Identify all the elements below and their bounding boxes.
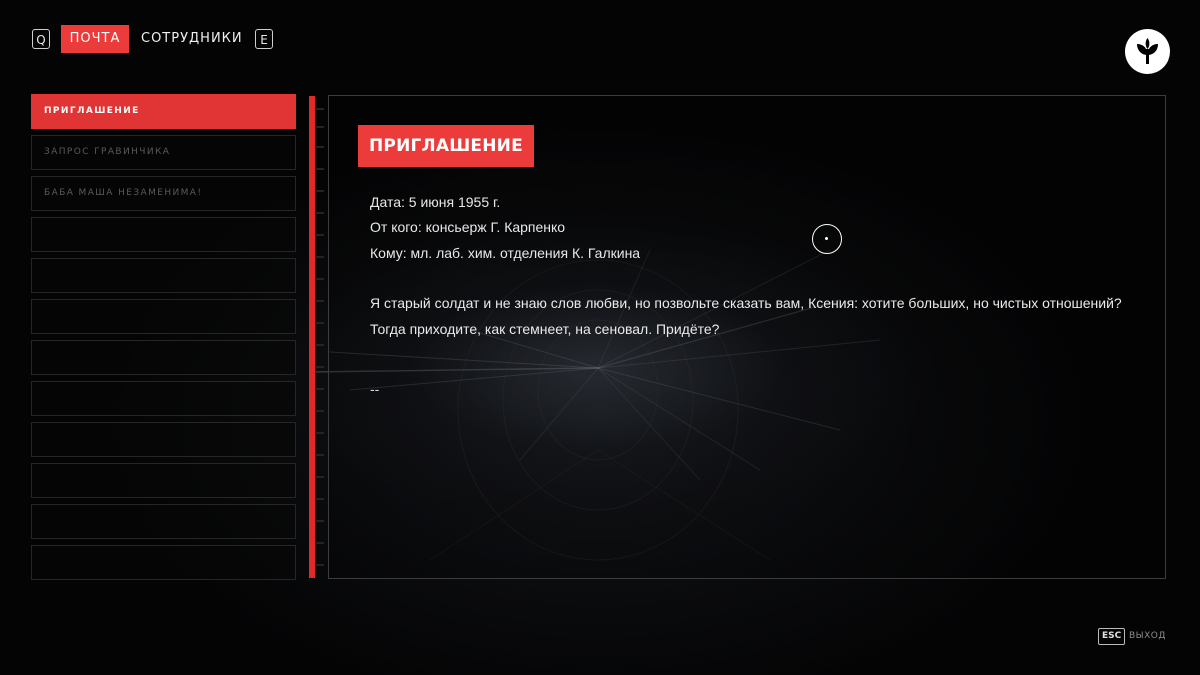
- mail-item-empty: [31, 504, 296, 539]
- cursor-reticle-icon: [812, 224, 842, 254]
- scroll-tick: [316, 410, 324, 412]
- scroll-tick: [316, 126, 324, 128]
- scroll-tick: [316, 322, 324, 324]
- mail-item-empty: [31, 381, 296, 416]
- exit-label[interactable]: ВЫХОД: [1129, 628, 1166, 645]
- mail-item-empty: [31, 340, 296, 375]
- mail-item-empty: [31, 217, 296, 252]
- mail-list-scrollbar[interactable]: [309, 96, 315, 578]
- mail-item-label: БАБА МАША НЕЗАМЕНИМА!: [44, 188, 203, 198]
- scroll-tick: [316, 344, 324, 346]
- mail-item-empty: [31, 545, 296, 580]
- scroll-tick: [316, 542, 324, 544]
- scroll-tick: [316, 432, 324, 434]
- scroll-tick: [316, 366, 324, 368]
- scroll-tick: [316, 498, 324, 500]
- scroll-tick: [316, 256, 324, 258]
- mail-item-label: ПРИГЛАШЕНИЕ: [44, 106, 140, 116]
- mail-item-label: ЗАПРОС ГРАВИНЧИКА: [44, 147, 171, 157]
- mail-item-invitation[interactable]: ПРИГЛАШЕНИЕ: [31, 94, 296, 129]
- scroll-tick: [316, 190, 324, 192]
- message-to: Кому: мл. лаб. хим. отделения К. Галкина: [370, 245, 641, 261]
- sprout-emblem-icon: [1125, 29, 1170, 74]
- message-from: От кого: консьерж Г. Карпенко: [370, 219, 566, 235]
- mail-item-empty: [31, 463, 296, 498]
- scroll-tick: [316, 476, 324, 478]
- scroll-tick: [316, 234, 324, 236]
- scroll-tick: [316, 300, 324, 302]
- scroll-tick: [316, 388, 324, 390]
- message-date: Дата: 5 июня 1955 г.: [370, 194, 501, 210]
- esc-key[interactable]: ESC: [1098, 628, 1126, 645]
- message-body: Я старый солдат и не знаю слов любви, но…: [370, 295, 1122, 337]
- game-mail-screen: Q ПОЧТА СОТРУДНИКИ E ПРИГЛАШЕНИЕ ЗАПРОС …: [0, 0, 1200, 675]
- cursor-dot: [825, 237, 828, 240]
- next-tab-key-e[interactable]: E: [255, 29, 273, 49]
- mail-item-baba-masha[interactable]: БАБА МАША НЕЗАМЕНИМА!: [31, 176, 296, 211]
- scroll-tick: [316, 168, 324, 170]
- mail-item-empty: [31, 299, 296, 334]
- mail-item-gravinchik-request[interactable]: ЗАПРОС ГРАВИНЧИКА: [31, 135, 296, 170]
- message-signature: --: [370, 381, 380, 397]
- scroll-tick: [316, 212, 324, 214]
- scroll-tick: [316, 108, 324, 110]
- scroll-tick: [316, 454, 324, 456]
- scroll-tick: [316, 564, 324, 566]
- mail-item-empty: [31, 258, 296, 293]
- scroll-tick: [316, 278, 324, 280]
- message-subject: ПРИГЛАШЕНИЕ: [358, 125, 534, 167]
- prev-tab-key-q[interactable]: Q: [32, 29, 50, 49]
- scroll-tick: [316, 146, 324, 148]
- mail-item-empty: [31, 422, 296, 457]
- tab-employees[interactable]: СОТРУДНИКИ: [141, 25, 243, 53]
- tab-mail[interactable]: ПОЧТА: [61, 25, 129, 53]
- scroll-tick: [316, 520, 324, 522]
